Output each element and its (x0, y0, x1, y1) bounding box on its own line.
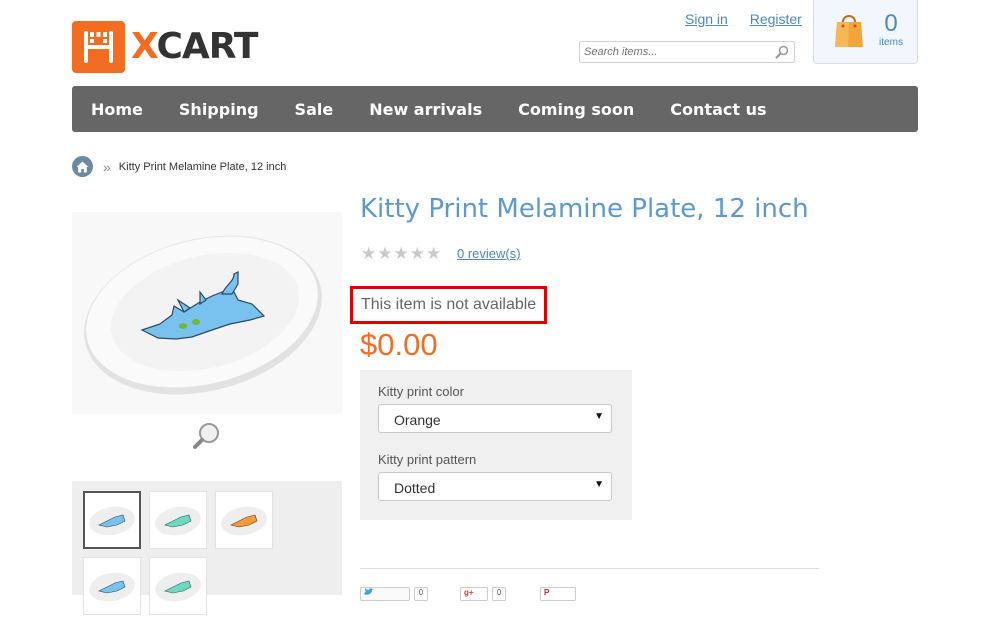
rating-stars[interactable]: ★ ★ ★ ★ ★ (361, 245, 442, 262)
auth-links: Sign in Register (685, 11, 802, 27)
logo-wordmark: XCART (131, 26, 258, 67)
dropdown-arrow-icon: ▼ (594, 479, 604, 490)
sign-in-link[interactable]: Sign in (685, 11, 728, 27)
dropdown-arrow-icon: ▼ (594, 411, 604, 422)
reviews-link[interactable]: 0 review(s) (457, 246, 521, 261)
home-icon[interactable] (72, 156, 93, 177)
pinterest-icon: P (544, 588, 550, 597)
pattern-select[interactable]: Dotted ▼ (378, 472, 612, 501)
product-main-image[interactable] (72, 212, 342, 414)
google-plus-icon: g+ (464, 588, 474, 597)
color-select-value: Orange (394, 412, 441, 428)
nav-contact-us[interactable]: Contact us (670, 100, 766, 119)
logo-icon (72, 21, 125, 73)
star-icon: ★ (377, 244, 393, 263)
product-options: Kitty print color Orange ▼ Kitty print p… (360, 370, 632, 520)
search-box (579, 41, 795, 63)
mini-cart[interactable]: 0 items (813, 0, 918, 64)
divider (360, 568, 819, 569)
google-plus-button[interactable]: g+ (460, 587, 488, 601)
zoom-icon[interactable] (192, 421, 222, 456)
breadcrumb: » Kitty Print Melamine Plate, 12 inch (72, 156, 286, 177)
pattern-select-value: Dotted (394, 480, 436, 496)
breadcrumb-current: Kitty Print Melamine Plate, 12 inch (118, 160, 287, 173)
search-input[interactable] (580, 43, 764, 61)
store-logo[interactable]: XCART (72, 21, 258, 73)
star-icon: ★ (426, 244, 442, 263)
register-link[interactable]: Register (750, 11, 802, 27)
nav-new-arrivals[interactable]: New arrivals (369, 100, 482, 119)
star-icon: ★ (393, 244, 409, 263)
star-icon: ★ (409, 244, 425, 263)
availability-notice: This item is not available (350, 286, 547, 324)
main-nav: Home Shipping Sale New arrivals Coming s… (72, 86, 918, 132)
nav-home[interactable]: Home (91, 100, 143, 119)
tweet-button[interactable] (360, 587, 410, 601)
thumbnail-blue[interactable] (83, 491, 141, 549)
thumbnail-teal[interactable] (149, 491, 207, 549)
nav-coming-soon[interactable]: Coming soon (518, 100, 634, 119)
shopping-bag-icon (834, 12, 864, 53)
product-price: $0.00 (360, 327, 438, 362)
availability-text: This item is not available (361, 296, 537, 313)
google-plus-count: 0 (492, 587, 506, 601)
option-label-pattern: Kitty print pattern (378, 452, 477, 467)
nav-sale[interactable]: Sale (295, 100, 334, 119)
pinterest-button[interactable]: P (540, 587, 576, 601)
search-icon[interactable] (775, 45, 789, 64)
thumbnail-blue-2[interactable] (83, 557, 141, 615)
nav-shipping[interactable]: Shipping (179, 100, 259, 119)
thumbnail-gallery (72, 481, 342, 615)
product-title: Kitty Print Melamine Plate, 12 inch (360, 194, 809, 224)
thumbnail-teal-2[interactable] (149, 557, 207, 615)
breadcrumb-separator-icon: » (103, 158, 111, 175)
star-icon: ★ (361, 244, 377, 263)
tweet-count: 0 (414, 587, 428, 601)
cart-count: 0 (884, 10, 898, 37)
cart-items-label: items (879, 37, 903, 48)
color-select[interactable]: Orange ▼ (378, 404, 612, 433)
option-label-color: Kitty print color (378, 384, 464, 399)
thumbnail-orange[interactable] (215, 491, 273, 549)
